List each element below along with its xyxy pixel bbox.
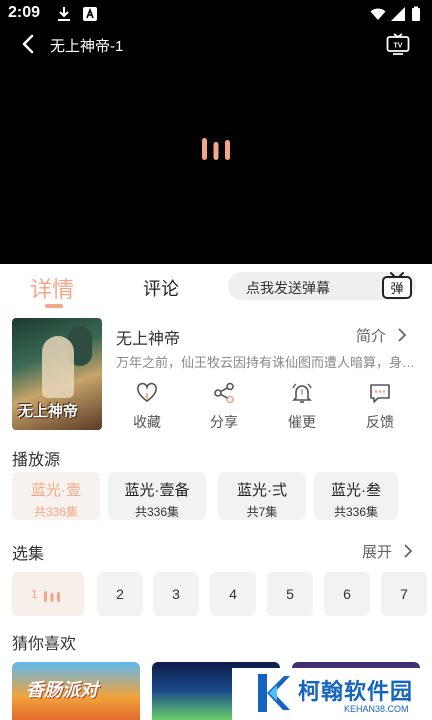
favorite-label: 收藏 bbox=[133, 414, 161, 430]
sources-title: 播放源 bbox=[12, 452, 61, 469]
battery-icon bbox=[412, 6, 420, 21]
watermark-name: 柯翰软件园 bbox=[298, 679, 414, 704]
remind-update-label: 催更 bbox=[288, 414, 316, 430]
share-button[interactable]: 分享 bbox=[194, 382, 254, 432]
poster-logo: 无上神帝 bbox=[18, 402, 79, 420]
favorite-button[interactable]: 收藏 bbox=[117, 382, 177, 432]
episode-chip[interactable]: 6 bbox=[324, 572, 370, 616]
episode-chip[interactable]: 5 bbox=[267, 572, 313, 616]
source-count: 共336集 bbox=[134, 505, 180, 519]
show-poster: 无上神帝 bbox=[12, 318, 102, 430]
episode-chip[interactable]: 4 bbox=[210, 572, 256, 616]
font-app-icon bbox=[83, 7, 97, 21]
share-icon bbox=[214, 382, 234, 404]
status-time: 2:09 bbox=[8, 4, 41, 21]
cast-tv-icon[interactable]: TV bbox=[386, 33, 410, 55]
tab-indicator bbox=[45, 304, 63, 308]
svg-text:TV: TV bbox=[394, 43, 403, 50]
feedback-icon bbox=[370, 384, 390, 403]
recommend-card-title: 香肠派对 bbox=[26, 680, 98, 700]
share-label: 分享 bbox=[210, 414, 238, 430]
episode-chip[interactable]: 7 bbox=[381, 572, 427, 616]
recommend-title: 猜你喜欢 bbox=[12, 636, 77, 653]
feedback-button[interactable]: 反馈 bbox=[350, 382, 410, 432]
heart-icon bbox=[137, 382, 157, 402]
bell-icon bbox=[292, 383, 312, 403]
loading-icon bbox=[202, 138, 230, 160]
source-count: 共7集 bbox=[246, 505, 278, 519]
detail-tabs: 详情 评论 点我发送弹幕 弹 bbox=[0, 264, 432, 310]
video-title: 无上神帝-1 bbox=[50, 38, 124, 55]
signal-icon bbox=[391, 7, 405, 21]
download-icon bbox=[58, 7, 70, 21]
player-title-bar: 无上神帝-1 TV bbox=[0, 30, 432, 58]
chevron-right-icon[interactable] bbox=[396, 326, 408, 344]
tab-detail[interactable]: 详情 bbox=[30, 272, 74, 304]
recommend-card[interactable]: 香肠派对 bbox=[12, 662, 140, 720]
chevron-right-icon[interactable] bbox=[402, 542, 414, 560]
episode-number: 1 bbox=[31, 587, 38, 601]
danmu-icon[interactable]: 弹 bbox=[380, 270, 414, 300]
source-count: 共336集 bbox=[33, 505, 79, 519]
source-name: 蓝光·弍 bbox=[237, 482, 287, 499]
back-arrow-icon[interactable] bbox=[18, 32, 38, 56]
feedback-label: 反馈 bbox=[366, 414, 394, 430]
show-description: 万年之前，仙王牧云因持有诛仙图而遭人暗算，身死道消。 bbox=[116, 355, 416, 370]
source-count: 共336集 bbox=[333, 505, 379, 519]
danmu-placeholder: 点我发送弹幕 bbox=[246, 280, 330, 296]
episodes-title: 选集 bbox=[12, 546, 45, 563]
watermark-logo-icon bbox=[258, 674, 290, 712]
intro-link[interactable]: 简介 bbox=[356, 325, 386, 346]
status-bar: 2:09 bbox=[0, 0, 432, 28]
danmu-input[interactable]: 点我发送弹幕 弹 bbox=[228, 272, 416, 300]
poster-figure bbox=[42, 336, 74, 398]
source-name: 蓝光·壹 bbox=[31, 482, 81, 499]
tab-comment[interactable]: 评论 bbox=[143, 275, 179, 301]
episode-chip[interactable]: 2 bbox=[97, 572, 143, 616]
wifi-icon bbox=[370, 8, 386, 20]
remind-update-button[interactable]: 催更 bbox=[272, 382, 332, 432]
episode-chip[interactable]: 3 bbox=[153, 572, 199, 616]
watermark-url: KEHAN38.COM bbox=[344, 704, 409, 714]
site-watermark: 柯翰软件园 KEHAN38.COM bbox=[232, 668, 432, 720]
source-chip[interactable]: 蓝光·壹备 共336集 bbox=[108, 472, 206, 520]
now-playing-icon bbox=[44, 591, 60, 602]
source-chip[interactable]: 蓝光·叁 共336集 bbox=[314, 472, 398, 520]
expand-link[interactable]: 展开 bbox=[362, 541, 392, 562]
show-title: 无上神帝 bbox=[116, 331, 181, 348]
danmu-icon-label: 弹 bbox=[390, 282, 403, 297]
video-player[interactable]: 2:09 无上神帝-1 TV bbox=[0, 0, 432, 264]
source-name: 蓝光·叁 bbox=[331, 482, 381, 499]
episode-chip-current[interactable]: 1 bbox=[12, 572, 84, 616]
source-chip[interactable]: 蓝光·弍 共7集 bbox=[218, 472, 306, 520]
source-name: 蓝光·壹备 bbox=[124, 482, 190, 499]
source-chip[interactable]: 蓝光·壹 共336集 bbox=[12, 472, 100, 520]
